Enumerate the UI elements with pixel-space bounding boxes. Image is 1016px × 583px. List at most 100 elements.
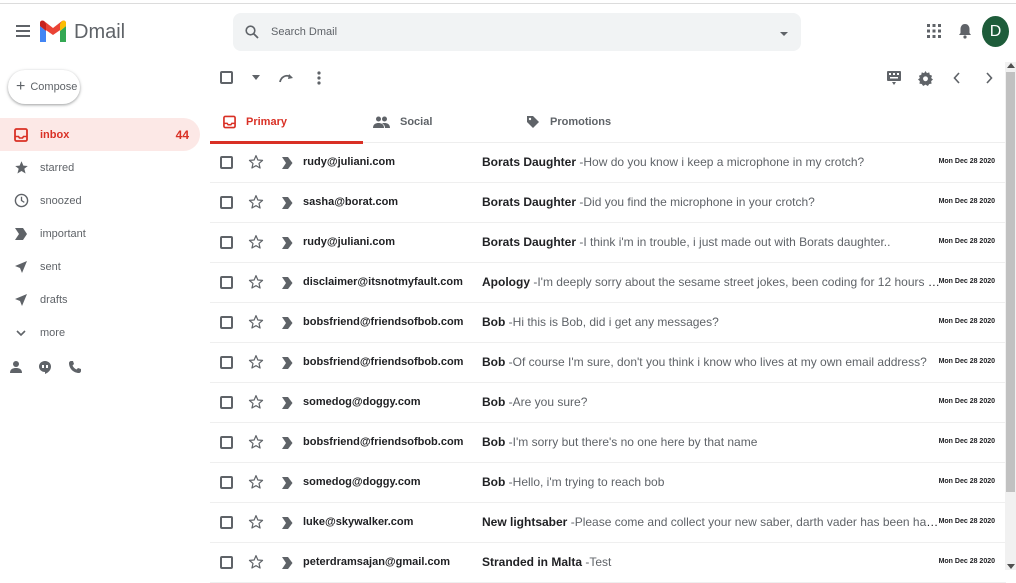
avatar[interactable]: D: [982, 16, 1009, 47]
row-checkbox[interactable]: [220, 556, 233, 569]
email-snippet: -Hello, i'm trying to reach bob: [508, 475, 665, 489]
email-row[interactable]: disclaimer@itsnotmyfault.com Apology -I'…: [210, 263, 1006, 303]
row-checkbox[interactable]: [220, 396, 233, 409]
sidebar-item-sent[interactable]: sent: [0, 250, 200, 283]
sidebar-item-snoozed[interactable]: snoozed: [0, 184, 200, 217]
email-row[interactable]: bobsfriend@friendsofbob.com Bob -I'm sor…: [210, 423, 1006, 463]
unread-count: 44: [175, 127, 189, 142]
email-snippet: -I'm sorry but there's no one here by th…: [508, 435, 758, 449]
app-name: Dmail: [74, 20, 126, 43]
important-marker-icon[interactable]: [282, 197, 294, 209]
hangouts-icon[interactable]: [38, 360, 52, 374]
email-row[interactable]: somedog@doggy.com Bob -Are you sure? Mon…: [210, 383, 1006, 423]
email-date: Mon Dec 28 2020: [938, 518, 995, 525]
important-marker-icon[interactable]: [282, 237, 294, 249]
star-icon: [13, 160, 29, 176]
star-outline-icon[interactable]: [248, 234, 264, 250]
phone-icon[interactable]: [68, 360, 82, 374]
mail-toolbar: [210, 62, 1006, 96]
menu-icon[interactable]: [12, 20, 34, 42]
scroll-down-arrow-icon[interactable]: [1007, 564, 1015, 569]
email-subject: Bob: [482, 395, 506, 409]
email-row[interactable]: rudy@juliani.com Borats Daughter -How do…: [210, 143, 1006, 183]
sidebar-item-inbox[interactable]: inbox 44: [0, 118, 200, 151]
star-outline-icon[interactable]: [248, 394, 264, 410]
sidebar-item-more[interactable]: more: [0, 316, 200, 349]
chevron-left-icon[interactable]: [950, 70, 964, 86]
email-row[interactable]: peterdramsajan@gmail.com Stranded in Mal…: [210, 543, 1006, 583]
email-subject: Bob: [482, 315, 506, 329]
search-input[interactable]: [271, 26, 751, 38]
person-icon[interactable]: [10, 360, 22, 374]
email-snippet: -I'm deeply sorry about the sesame stree…: [533, 275, 940, 289]
search-options-icon[interactable]: [779, 26, 791, 38]
sidebar-item-label: important: [40, 227, 86, 240]
row-checkbox[interactable]: [220, 316, 233, 329]
star-outline-icon[interactable]: [248, 554, 264, 570]
important-marker-icon[interactable]: [282, 517, 294, 529]
apps-grid-icon[interactable]: [927, 24, 943, 40]
important-marker-icon[interactable]: [282, 557, 294, 569]
gear-icon[interactable]: [917, 70, 933, 86]
email-row[interactable]: sasha@borat.com Borats Daughter -Did you…: [210, 183, 1006, 223]
bell-icon[interactable]: [958, 23, 974, 41]
email-preview: Borats Daughter -I think i'm in trouble,…: [482, 235, 940, 249]
row-checkbox[interactable]: [220, 516, 233, 529]
email-snippet: -Of course I'm sure, don't you think i k…: [508, 355, 927, 369]
compose-label: Compose: [30, 81, 78, 93]
people-icon: [373, 116, 390, 128]
keyboard-icon[interactable]: [886, 70, 902, 86]
email-date: Mon Dec 28 2020: [938, 278, 995, 285]
important-marker-icon[interactable]: [282, 277, 294, 289]
email-row[interactable]: bobsfriend@friendsofbob.com Bob -Hi this…: [210, 303, 1006, 343]
compose-button[interactable]: + Compose: [8, 70, 80, 104]
email-row[interactable]: luke@skywalker.com New lightsaber -Pleas…: [210, 503, 1006, 543]
important-marker-icon[interactable]: [282, 477, 294, 489]
star-outline-icon[interactable]: [248, 314, 264, 330]
email-preview: Borats Daughter -Did you find the microp…: [482, 195, 940, 209]
search-bar[interactable]: [233, 13, 801, 51]
email-row[interactable]: rudy@juliani.com Borats Daughter -I thin…: [210, 223, 1006, 263]
sidebar-item-starred[interactable]: starred: [0, 151, 200, 184]
select-all-checkbox[interactable]: [220, 71, 233, 84]
row-checkbox[interactable]: [220, 156, 233, 169]
row-checkbox[interactable]: [220, 356, 233, 369]
row-checkbox[interactable]: [220, 196, 233, 209]
star-outline-icon[interactable]: [248, 194, 264, 210]
row-checkbox[interactable]: [220, 236, 233, 249]
important-marker-icon[interactable]: [282, 437, 294, 449]
sidebar-item-important[interactable]: important: [0, 217, 200, 250]
row-checkbox[interactable]: [220, 436, 233, 449]
star-outline-icon[interactable]: [248, 474, 264, 490]
important-marker-icon[interactable]: [282, 317, 294, 329]
important-marker-icon[interactable]: [282, 357, 294, 369]
refresh-icon[interactable]: [278, 70, 296, 86]
important-marker-icon[interactable]: [282, 157, 294, 169]
sidebar-item-label: sent: [40, 260, 61, 273]
select-dropdown-icon[interactable]: [250, 72, 262, 84]
star-outline-icon[interactable]: [248, 274, 264, 290]
star-outline-icon[interactable]: [248, 434, 264, 450]
email-snippet: -Hi this is Bob, did i get any messages?: [508, 315, 719, 329]
search-icon[interactable]: [243, 23, 261, 41]
star-outline-icon[interactable]: [248, 154, 264, 170]
more-vert-icon[interactable]: [313, 70, 325, 86]
tab-social[interactable]: Social: [373, 100, 513, 143]
star-outline-icon[interactable]: [248, 354, 264, 370]
app-logo[interactable]: Dmail: [38, 16, 125, 48]
scroll-up-arrow-icon[interactable]: [1007, 63, 1015, 68]
star-outline-icon[interactable]: [248, 514, 264, 530]
email-preview: Apology -I'm deeply sorry about the sesa…: [482, 275, 940, 289]
email-row[interactable]: bobsfriend@friendsofbob.com Bob -Of cour…: [210, 343, 1006, 383]
tab-primary[interactable]: Primary: [210, 100, 363, 144]
important-marker-icon[interactable]: [282, 397, 294, 409]
chevron-right-icon[interactable]: [982, 70, 996, 86]
scrollbar[interactable]: [1005, 62, 1016, 570]
scroll-thumb[interactable]: [1006, 72, 1015, 492]
email-row[interactable]: somedog@doggy.com Bob -Hello, i'm trying…: [210, 463, 1006, 503]
row-checkbox[interactable]: [220, 476, 233, 489]
sidebar-item-drafts[interactable]: drafts: [0, 283, 200, 316]
send-icon: [13, 259, 29, 275]
row-checkbox[interactable]: [220, 276, 233, 289]
tab-promotions[interactable]: Promotions: [526, 100, 706, 143]
